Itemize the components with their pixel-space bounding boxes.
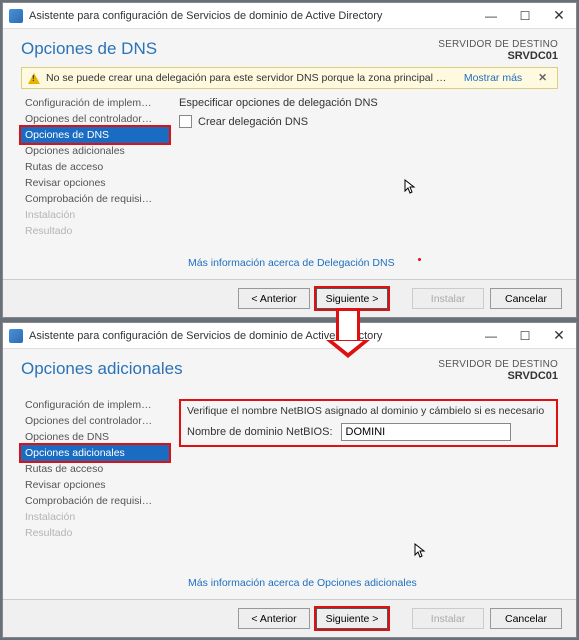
wizard-window-additional: Asistente para configuración de Servicio…	[2, 322, 577, 638]
destination-info: SERVIDOR DE DESTINO SRVDC01	[438, 359, 558, 382]
next-button[interactable]: Siguiente >	[316, 608, 388, 629]
window-title: Asistente para configuración de Servicio…	[29, 10, 474, 22]
warning-close-icon[interactable]: ✕	[534, 72, 551, 84]
wizard-sidebar: Configuración de implem… Opciones del co…	[21, 397, 169, 541]
sidebar-item-dns[interactable]: Opciones de DNS	[21, 429, 169, 445]
main-pane: Verifique el nombre NetBIOS asignado al …	[179, 397, 558, 541]
warning-icon	[28, 73, 40, 84]
body: Opciones de DNS SERVIDOR DE DESTINO SRVD…	[3, 29, 576, 279]
annotation-dot	[418, 258, 421, 261]
content-columns: Configuración de implem… Opciones del co…	[21, 397, 558, 541]
sidebar-item-paths[interactable]: Rutas de acceso	[21, 461, 169, 477]
verify-instruction: Verifique el nombre NetBIOS asignado al …	[187, 405, 550, 417]
sidebar-item-deployment[interactable]: Configuración de implem…	[21, 397, 169, 413]
sidebar-item-prereq[interactable]: Comprobación de requisi…	[21, 493, 169, 509]
sidebar-item-additional[interactable]: Opciones adicionales	[21, 143, 169, 159]
button-bar: < Anterior Siguiente > Instalar Cancelar	[3, 279, 576, 317]
titlebar: Asistente para configuración de Servicio…	[3, 3, 576, 29]
create-delegation-label: Crear delegación DNS	[198, 116, 308, 128]
netbios-field-label: Nombre de dominio NetBIOS:	[187, 426, 333, 438]
destination-info: SERVIDOR DE DESTINO SRVDC01	[438, 39, 558, 62]
previous-button[interactable]: < Anterior	[238, 288, 310, 309]
sidebar-item-paths[interactable]: Rutas de acceso	[21, 159, 169, 175]
sidebar-item-review[interactable]: Revisar opciones	[21, 477, 169, 493]
close-button[interactable]: ✕	[542, 324, 576, 348]
sidebar-item-controller[interactable]: Opciones del controlador…	[21, 111, 169, 127]
sidebar-item-dns[interactable]: Opciones de DNS	[21, 127, 169, 143]
wizard-window-dns: Asistente para configuración de Servicio…	[2, 2, 577, 318]
window-controls: — ☐ ✕	[474, 4, 576, 28]
next-button[interactable]: Siguiente >	[316, 288, 388, 309]
destination-label: SERVIDOR DE DESTINO	[438, 39, 558, 50]
install-button: Instalar	[412, 608, 484, 629]
window-controls: — ☐ ✕	[474, 324, 576, 348]
minimize-button[interactable]: —	[474, 4, 508, 28]
wizard-sidebar: Configuración de implem… Opciones del co…	[21, 95, 169, 239]
maximize-button[interactable]: ☐	[508, 324, 542, 348]
app-icon	[9, 329, 23, 343]
sidebar-item-install: Instalación	[21, 509, 169, 525]
minimize-button[interactable]: —	[474, 324, 508, 348]
netbios-input[interactable]	[341, 423, 511, 441]
cancel-button[interactable]: Cancelar	[490, 608, 562, 629]
destination-label: SERVIDOR DE DESTINO	[438, 359, 558, 370]
more-info-link[interactable]: Más información acerca de Opciones adici…	[188, 577, 417, 589]
previous-button[interactable]: < Anterior	[238, 608, 310, 629]
sidebar-item-install: Instalación	[21, 207, 169, 223]
sidebar-item-review[interactable]: Revisar opciones	[21, 175, 169, 191]
netbios-group: Verifique el nombre NetBIOS asignado al …	[179, 399, 558, 447]
warning-text: No se puede crear una delegación para es…	[46, 72, 452, 84]
main-pane: Especificar opciones de delegación DNS C…	[179, 95, 558, 239]
destination-server: SRVDC01	[438, 370, 558, 382]
section-heading: Especificar opciones de delegación DNS	[179, 97, 558, 109]
install-button: Instalar	[412, 288, 484, 309]
app-icon	[9, 9, 23, 23]
netbios-field-row: Nombre de dominio NetBIOS:	[187, 423, 550, 441]
sidebar-item-result: Resultado	[21, 525, 169, 541]
button-bar: < Anterior Siguiente > Instalar Cancelar	[3, 599, 576, 637]
cursor-icon	[414, 543, 426, 559]
create-delegation-checkbox[interactable]	[179, 115, 192, 128]
maximize-button[interactable]: ☐	[508, 4, 542, 28]
window-title: Asistente para configuración de Servicio…	[29, 330, 474, 342]
sidebar-item-deployment[interactable]: Configuración de implem…	[21, 95, 169, 111]
destination-server: SRVDC01	[438, 50, 558, 62]
warning-bar: No se puede crear una delegación para es…	[21, 67, 558, 89]
close-button[interactable]: ✕	[542, 4, 576, 28]
content-columns: Configuración de implem… Opciones del co…	[21, 95, 558, 239]
body: Opciones adicionales SERVIDOR DE DESTINO…	[3, 349, 576, 599]
more-info-link[interactable]: Más información acerca de Delegación DNS	[188, 257, 395, 269]
sidebar-item-prereq[interactable]: Comprobación de requisi…	[21, 191, 169, 207]
show-more-link[interactable]: Mostrar más	[464, 72, 522, 84]
delegation-checkbox-row: Crear delegación DNS	[179, 115, 558, 128]
sidebar-item-result: Resultado	[21, 223, 169, 239]
sidebar-item-additional[interactable]: Opciones adicionales	[21, 445, 169, 461]
titlebar: Asistente para configuración de Servicio…	[3, 323, 576, 349]
cancel-button[interactable]: Cancelar	[490, 288, 562, 309]
sidebar-item-controller[interactable]: Opciones del controlador…	[21, 413, 169, 429]
